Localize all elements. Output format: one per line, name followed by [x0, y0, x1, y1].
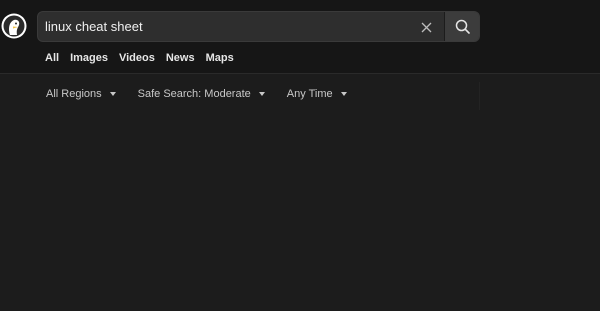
- search-tabs: All Images Videos News Maps: [45, 52, 245, 68]
- search-button[interactable]: [445, 12, 479, 41]
- clear-search-button[interactable]: [416, 17, 436, 37]
- search-box: [37, 11, 480, 42]
- duck-logo-icon[interactable]: [1, 13, 27, 39]
- search-input[interactable]: [45, 12, 405, 41]
- safe-search-label: Safe Search: Moderate: [137, 88, 251, 100]
- divider: [479, 82, 480, 110]
- tab-videos[interactable]: Videos: [119, 52, 155, 68]
- caret-down-icon: [109, 92, 116, 96]
- tab-maps[interactable]: Maps: [206, 52, 234, 68]
- header: All Images Videos News Maps: [0, 0, 600, 74]
- safe-search-dropdown[interactable]: Safe Search: Moderate: [138, 88, 265, 100]
- caret-down-icon: [340, 92, 347, 96]
- filter-bar: All Regions Safe Search: Moderate Any Ti…: [46, 86, 369, 102]
- close-icon: [421, 22, 431, 32]
- tab-all[interactable]: All: [45, 52, 59, 68]
- caret-down-icon: [258, 92, 265, 96]
- time-filter-dropdown[interactable]: Any Time: [287, 88, 347, 100]
- region-filter-dropdown[interactable]: All Regions: [46, 88, 116, 100]
- region-filter-label: All Regions: [46, 88, 102, 100]
- tab-images[interactable]: Images: [70, 52, 108, 68]
- time-filter-label: Any Time: [286, 88, 333, 100]
- tab-news[interactable]: News: [166, 52, 195, 68]
- search-icon: [455, 19, 470, 34]
